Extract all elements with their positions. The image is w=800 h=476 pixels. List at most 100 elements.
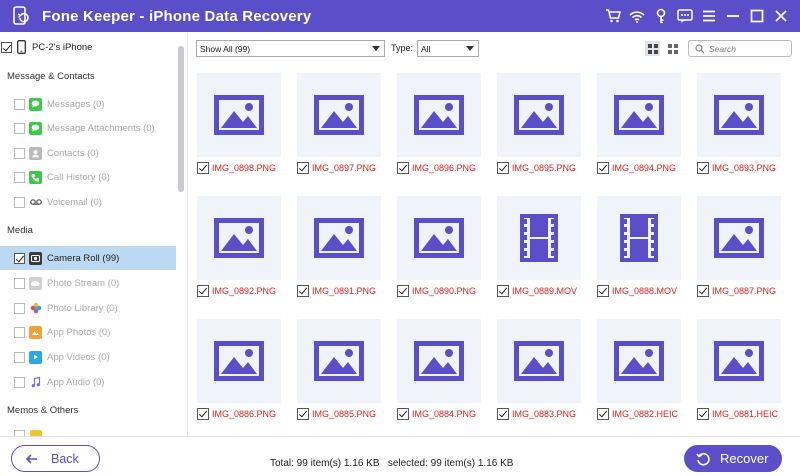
file-tile[interactable]: IMG_0881.HEIC xyxy=(696,319,782,420)
filter-select[interactable]: Show All (99) xyxy=(196,40,385,57)
file-checkbox[interactable] xyxy=(397,285,409,297)
minimize-icon[interactable] xyxy=(722,5,744,27)
file-checkbox[interactable] xyxy=(497,285,509,297)
file-thumbnail[interactable] xyxy=(597,196,681,280)
chat-icon[interactable] xyxy=(674,5,696,27)
file-tile[interactable]: IMG_0883.PNG xyxy=(496,319,582,420)
close-icon[interactable] xyxy=(770,5,792,27)
file-tile[interactable]: IMG_0893.PNG xyxy=(696,73,782,174)
maximize-icon[interactable] xyxy=(746,5,768,27)
file-thumbnail[interactable] xyxy=(597,73,681,157)
file-thumbnail[interactable] xyxy=(697,319,781,403)
file-tile[interactable]: IMG_0894.PNG xyxy=(596,73,682,174)
file-tile[interactable]: IMG_0897.PNG xyxy=(296,73,382,174)
file-checkbox[interactable] xyxy=(597,285,609,297)
file-thumbnail[interactable] xyxy=(297,73,381,157)
file-thumbnail[interactable] xyxy=(597,319,681,403)
grid-view-button[interactable] xyxy=(645,41,660,56)
file-thumbnail[interactable] xyxy=(497,73,581,157)
file-thumbnail[interactable] xyxy=(197,196,281,280)
file-tile[interactable]: IMG_0882.HEIC xyxy=(596,319,682,420)
key-icon[interactable] xyxy=(650,5,672,27)
sidebar-item-label: App Audio (0) xyxy=(47,376,105,388)
file-checkbox[interactable] xyxy=(697,162,709,174)
photo-library-icon xyxy=(29,302,42,315)
app-audio-checkbox[interactable] xyxy=(14,376,25,388)
camera-roll-checkbox[interactable] xyxy=(14,252,25,264)
file-checkbox[interactable] xyxy=(397,162,409,174)
back-button[interactable]: Back xyxy=(11,445,100,472)
file-tile[interactable]: IMG_0887.PNG xyxy=(696,196,782,297)
sidebar-scroll-thumb[interactable] xyxy=(178,46,184,192)
file-tile[interactable]: IMG_0884.PNG xyxy=(396,319,482,420)
file-tile[interactable]: IMG_0890.PNG xyxy=(396,196,482,297)
file-checkbox[interactable] xyxy=(297,408,309,420)
file-thumbnail[interactable] xyxy=(397,73,481,157)
file-tile[interactable]: IMG_0896.PNG xyxy=(396,73,482,174)
file-checkbox[interactable] xyxy=(297,285,309,297)
app-photos-checkbox[interactable] xyxy=(14,326,25,338)
sidebar-item-app-audio[interactable]: App Audio (0) xyxy=(0,370,176,394)
cart-icon[interactable] xyxy=(602,5,624,27)
photo-library-checkbox[interactable] xyxy=(14,302,25,314)
sidebar-item-messages[interactable]: Messages (0) xyxy=(0,92,176,116)
type-select-value: All xyxy=(421,43,431,54)
device-row[interactable]: PC-2's iPhone xyxy=(0,36,92,58)
sidebar-item-app-photos[interactable]: App Photos (0) xyxy=(0,320,176,344)
recover-button[interactable]: Recover xyxy=(684,445,782,472)
file-thumbnail[interactable] xyxy=(197,319,281,403)
search-input[interactable] xyxy=(709,43,787,54)
message-attachments-checkbox[interactable] xyxy=(14,122,25,134)
wifi-icon[interactable] xyxy=(626,5,648,27)
file-checkbox[interactable] xyxy=(697,285,709,297)
sidebar-item-call-history[interactable]: Call History (0) xyxy=(0,165,176,189)
search-box[interactable] xyxy=(688,40,792,57)
sidebar-item-voicemail[interactable]: Voicemail (0) xyxy=(0,190,176,214)
call-history-checkbox[interactable] xyxy=(14,171,25,183)
file-thumbnail[interactable] xyxy=(697,73,781,157)
file-checkbox[interactable] xyxy=(697,408,709,420)
sidebar-item-contacts[interactable]: Contacts (0) xyxy=(0,141,176,165)
file-checkbox[interactable] xyxy=(497,408,509,420)
file-tile[interactable]: IMG_0889.MOV xyxy=(496,196,582,297)
menu-icon[interactable] xyxy=(698,5,720,27)
file-tile[interactable]: IMG_0885.PNG xyxy=(296,319,382,420)
file-checkbox[interactable] xyxy=(497,162,509,174)
file-tile[interactable]: IMG_0898.PNG xyxy=(196,73,282,174)
file-checkbox[interactable] xyxy=(197,285,209,297)
file-thumbnail[interactable] xyxy=(397,196,481,280)
file-checkbox[interactable] xyxy=(597,408,609,420)
file-thumbnail[interactable] xyxy=(297,319,381,403)
sidebar-item-photo-stream[interactable]: Photo Stream (0) xyxy=(0,271,176,295)
type-select[interactable]: All xyxy=(417,40,479,57)
file-tile[interactable]: IMG_0891.PNG xyxy=(296,196,382,297)
file-thumbnail[interactable] xyxy=(697,196,781,280)
list-view-button[interactable] xyxy=(665,41,680,56)
sidebar-scrollbar[interactable] xyxy=(178,46,184,426)
file-checkbox[interactable] xyxy=(397,408,409,420)
file-tile[interactable]: IMG_0892.PNG xyxy=(196,196,282,297)
file-tile[interactable]: IMG_0895.PNG xyxy=(496,73,582,174)
file-checkbox[interactable] xyxy=(297,162,309,174)
file-checkbox[interactable] xyxy=(197,408,209,420)
voicemail-checkbox[interactable] xyxy=(14,196,25,208)
device-checkbox[interactable] xyxy=(1,41,12,53)
file-tile[interactable]: IMG_0888.MOV xyxy=(596,196,682,297)
file-thumbnail[interactable] xyxy=(497,196,581,280)
sidebar-item-photo-library[interactable]: Photo Library (0) xyxy=(0,296,176,320)
sidebar-item-camera-roll[interactable]: Camera Roll (99) xyxy=(0,246,176,270)
file-thumbnail[interactable] xyxy=(197,73,281,157)
file-thumbnail[interactable] xyxy=(497,319,581,403)
messages-checkbox[interactable] xyxy=(14,98,25,110)
file-checkbox[interactable] xyxy=(597,162,609,174)
contacts-checkbox[interactable] xyxy=(14,147,25,159)
file-thumbnail[interactable] xyxy=(297,196,381,280)
type-label: Type: xyxy=(391,43,414,53)
file-thumbnail[interactable] xyxy=(397,319,481,403)
file-checkbox[interactable] xyxy=(197,162,209,174)
photo-stream-checkbox[interactable] xyxy=(14,277,25,289)
sidebar-item-app-videos[interactable]: App Videos (0) xyxy=(0,345,176,369)
app-videos-checkbox[interactable] xyxy=(14,351,25,363)
sidebar-item-message-attachments[interactable]: Message Attachments (0) xyxy=(0,116,176,140)
file-tile[interactable]: IMG_0886.PNG xyxy=(196,319,282,420)
